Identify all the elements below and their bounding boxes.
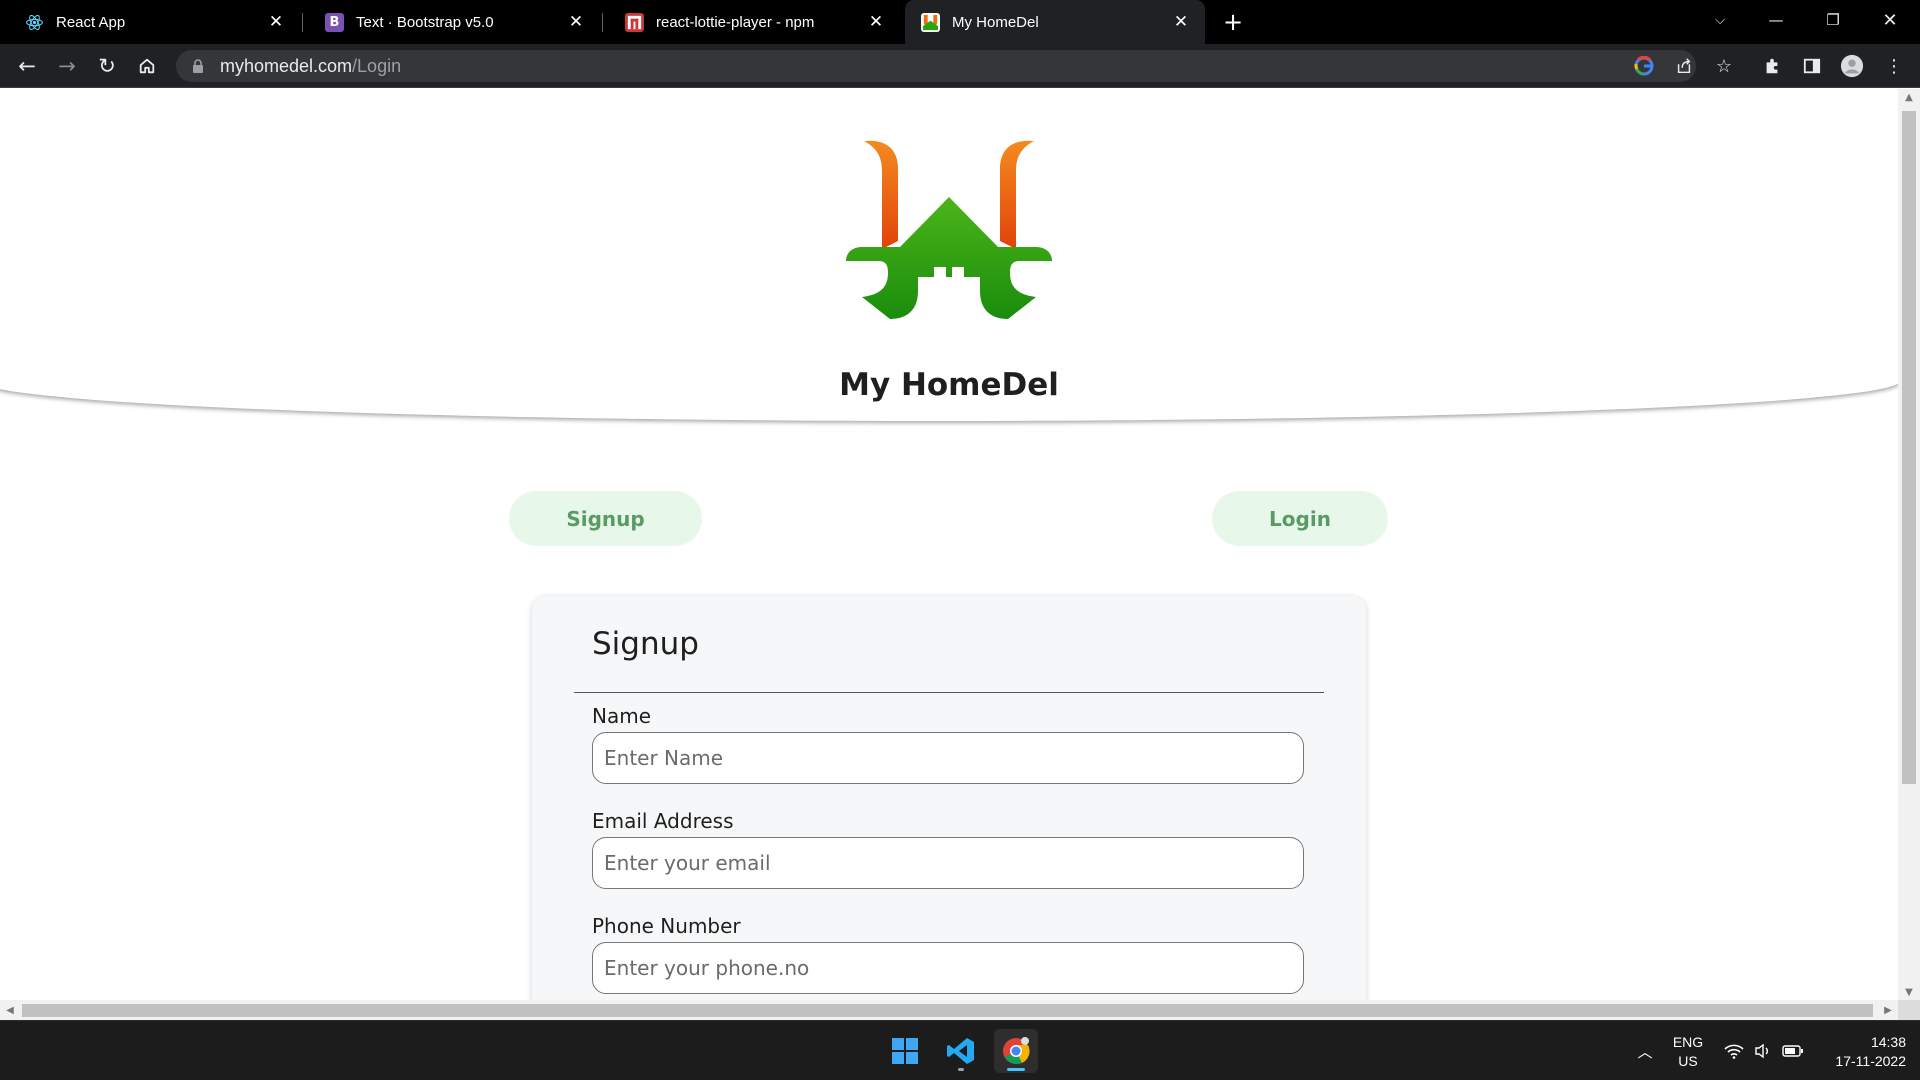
name-label: Name [592,704,652,728]
scrollbar-corner [1898,1000,1920,1020]
page-viewport: My HomeDel Signup Login Signup Name Emai… [0,89,1898,1000]
scroll-right-icon[interactable]: ▶ [1878,1000,1898,1020]
clock-time: 14:38 [1870,1034,1906,1050]
tab-npm[interactable]: react-lottie-player - npm ✕ [600,0,900,44]
battery-icon[interactable] [1780,1021,1806,1081]
signup-nav-button[interactable]: Signup [509,491,702,546]
chrome-taskbar-button[interactable] [994,1029,1038,1073]
browser-toolbar: ← → ↻ myhomedel.com/Login ☆ ⋮ [0,44,1920,88]
region-code: US [1678,1053,1698,1069]
running-indicator [958,1068,964,1071]
form-divider [574,692,1324,693]
tab-strip: React App ✕ B Text · Bootstrap v5.0 ✕ re… [0,0,1920,44]
system-clock[interactable]: 14:38 17-11-2022 [1816,1033,1906,1071]
homedel-logo [846,140,1052,319]
tab-title: My HomeDel [952,13,1039,31]
vscode-taskbar-button[interactable] [939,1029,983,1073]
side-panel-icon[interactable] [1800,54,1824,78]
google-lens-icon[interactable] [1632,54,1656,78]
phone-input[interactable] [592,942,1304,994]
horizontal-scroll-thumb[interactable] [22,1004,1873,1017]
react-icon [25,13,44,32]
tab-react-app[interactable]: React App ✕ [0,0,300,44]
new-tab-button[interactable]: + [1218,7,1248,37]
scroll-down-icon[interactable]: ▼ [1898,984,1920,1000]
language-code: ENG [1672,1034,1704,1050]
tab-title: Text · Bootstrap v5.0 [356,13,494,31]
bootstrap-icon: B [325,12,344,32]
wifi-icon[interactable] [1722,1021,1746,1081]
url-host: myhomedel.com [220,55,353,76]
restore-button[interactable]: ❐ [1805,0,1861,40]
phone-label: Phone Number [592,914,741,938]
tab-bootstrap[interactable]: B Text · Bootstrap v5.0 ✕ [300,0,600,44]
address-bar[interactable]: myhomedel.com/Login [176,50,1696,82]
url-path: /Login [352,55,402,76]
tab-search-icon[interactable]: ⌵ [1692,0,1748,40]
show-hidden-icons-button[interactable]: ︿ [1633,1021,1657,1081]
form-title: Signup [592,626,699,662]
clock-date: 17-11-2022 [1835,1053,1906,1069]
lock-icon[interactable] [192,59,206,73]
vscode-icon [947,1038,974,1064]
scroll-left-icon[interactable]: ◀ [0,1000,20,1020]
tab-title: react-lottie-player - npm [656,13,815,31]
more-menu-icon[interactable]: ⋮ [1882,54,1906,78]
close-icon[interactable]: ✕ [864,10,888,34]
tab-title: React App [56,13,126,31]
signup-form-card: Signup Name Email Address Phone Number [532,596,1366,1000]
forward-button[interactable]: → [51,50,83,82]
email-label: Email Address [592,809,734,833]
active-indicator [1007,1068,1025,1071]
name-input[interactable] [592,732,1304,784]
login-nav-button[interactable]: Login [1212,491,1388,546]
start-button[interactable] [883,1029,927,1073]
close-window-button[interactable]: ✕ [1862,0,1918,40]
close-icon[interactable]: ✕ [264,10,288,34]
volume-icon[interactable] [1751,1021,1775,1081]
vertical-scrollbar[interactable]: ▲ ▼ [1898,89,1920,1000]
minimize-button[interactable]: — [1748,0,1804,40]
horizontal-scrollbar[interactable]: ◀ ▶ [0,1000,1898,1020]
vertical-scroll-thumb[interactable] [1902,111,1916,784]
profile-avatar[interactable] [1840,54,1864,78]
email-input[interactable] [592,837,1304,889]
bookmark-star-icon[interactable]: ☆ [1712,54,1736,78]
brand-title: My HomeDel [839,367,1059,403]
close-icon[interactable]: ✕ [1169,10,1193,34]
windows-icon [892,1038,918,1064]
close-icon[interactable]: ✕ [564,10,588,34]
home-button[interactable] [131,50,163,82]
extensions-icon[interactable] [1760,54,1784,78]
tab-my-homedel[interactable]: My HomeDel ✕ [905,0,1205,44]
reload-button[interactable]: ↻ [91,50,123,82]
scroll-up-icon[interactable]: ▲ [1898,89,1920,105]
windows-taskbar: ︿ ENG US 14:38 17-11-2022 [0,1020,1920,1080]
homedel-icon [921,12,940,32]
language-indicator[interactable]: ENG US [1660,1033,1716,1071]
share-icon[interactable] [1672,54,1696,78]
back-button[interactable]: ← [11,50,43,82]
npm-icon [625,12,644,32]
chrome-icon [1003,1037,1030,1065]
